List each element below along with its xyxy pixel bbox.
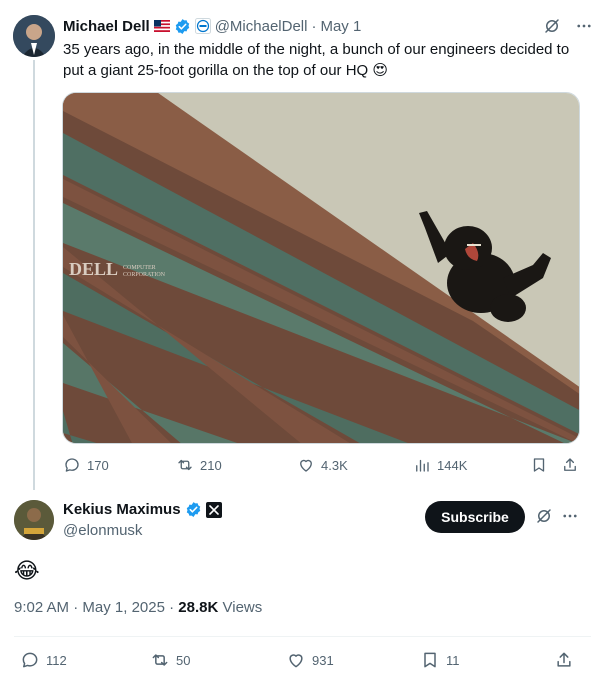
share-button[interactable] [561, 456, 579, 474]
verified-badge-icon[interactable] [174, 18, 191, 35]
reply-author-handle[interactable]: @elonmusk [63, 522, 142, 539]
reply-count: 112 [46, 652, 67, 668]
reply-button[interactable]: 112 [20, 650, 67, 670]
reply-views-label: Views [222, 599, 263, 616]
reply-author-header: Kekius Maximus [63, 501, 226, 518]
more-options-icon[interactable] [561, 507, 579, 525]
heart-icon [300, 459, 312, 472]
building-sign-sub1: COMPUTER [123, 265, 156, 271]
like-button[interactable]: 4.3K [297, 456, 348, 474]
analytics-icon [416, 459, 429, 472]
reply-count: 170 [87, 457, 109, 473]
author-avatar[interactable] [13, 15, 55, 57]
grok-icon[interactable] [535, 507, 553, 525]
tweet-text: 35 years ago, in the middle of the night… [63, 41, 570, 79]
reply-action-bar: 112 50 931 11 [14, 650, 591, 670]
building-sign-main: DELL [69, 259, 118, 279]
author-handle[interactable]: @MichaelDell [215, 18, 308, 35]
divider [14, 636, 591, 637]
repost-icon [178, 459, 192, 471]
building-sign-sub2: CORPORATION [123, 272, 166, 278]
tweet-date[interactable]: May 1 [320, 18, 361, 35]
tweet-action-bar: 170 210 4.3K 144K [63, 456, 583, 476]
author-name[interactable]: Michael Dell [63, 18, 150, 35]
heart-icon [289, 654, 303, 668]
tweet-header: Michael Dell @MichaelDell · May 1 [63, 16, 593, 36]
verified-badge-icon[interactable] [185, 501, 202, 518]
repost-icon [152, 654, 168, 666]
reply-button[interactable]: 170 [63, 456, 109, 474]
more-options-icon[interactable] [575, 17, 593, 35]
dell-affiliate-icon[interactable] [194, 18, 211, 34]
repost-count: 210 [200, 457, 222, 473]
bookmark-icon [424, 652, 436, 668]
reply-icon [65, 458, 79, 472]
reply-icon [22, 652, 38, 668]
like-count: 931 [312, 652, 334, 668]
subscribe-button[interactable]: Subscribe [425, 501, 525, 533]
reply-author-avatar[interactable] [14, 500, 54, 540]
thread-connector-line [33, 60, 35, 490]
parent-tweet[interactable]: Michael Dell @MichaelDell · May 1 35 yea… [0, 0, 605, 490]
share-button[interactable] [554, 650, 574, 670]
reply-date[interactable]: May 1, 2025 [82, 599, 165, 616]
dot-separator: · [311, 17, 317, 35]
grok-icon[interactable] [543, 17, 561, 35]
reply-text: 😂 [14, 558, 40, 583]
reply-views-count: 28.8K [178, 599, 219, 616]
share-icon [564, 458, 576, 471]
bookmark-button[interactable]: 11 [420, 650, 460, 670]
views-count: 144K [437, 457, 468, 473]
dell-hq-gorilla-photo: DELL COMPUTER CORPORATION [63, 93, 579, 443]
bookmark-count: 11 [446, 652, 460, 668]
share-icon [557, 652, 571, 667]
like-button[interactable]: 931 [286, 650, 334, 670]
us-flag-icon [153, 20, 170, 32]
views-button[interactable]: 144K [413, 456, 467, 474]
reply-time[interactable]: 9:02 AM [14, 599, 69, 616]
like-count: 4.3K [321, 457, 348, 473]
reply-author-name[interactable]: Kekius Maximus [63, 501, 181, 518]
repost-button[interactable]: 210 [176, 456, 222, 474]
x-affiliate-icon[interactable] [205, 501, 222, 518]
repost-count: 50 [176, 652, 191, 668]
bookmark-icon [533, 458, 545, 472]
repost-button[interactable]: 50 [150, 650, 190, 670]
bookmark-button[interactable] [530, 456, 548, 474]
reply-metadata: 9:02 AM · May 1, 2025 · 28.8K Views [14, 599, 263, 616]
tweet-photo[interactable]: DELL COMPUTER CORPORATION [62, 92, 580, 444]
